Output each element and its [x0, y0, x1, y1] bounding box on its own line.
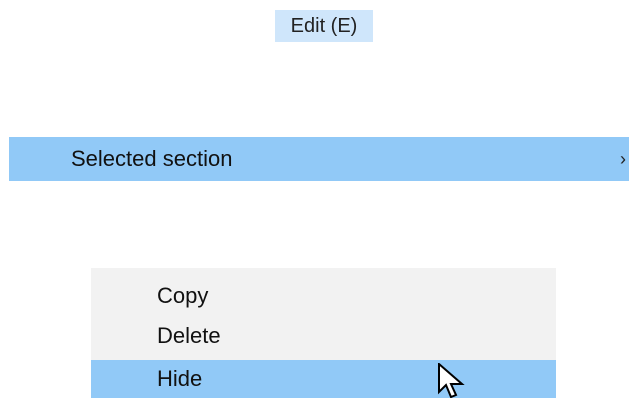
- copy-label: Copy: [157, 283, 209, 308]
- edit-menu-title[interactable]: Edit (E): [275, 10, 373, 42]
- delete-menu-item[interactable]: Delete: [91, 317, 556, 357]
- chevron-right-icon: ›: [620, 149, 626, 169]
- delete-label: Delete: [157, 323, 221, 348]
- hide-label: Hide: [157, 366, 203, 391]
- copy-menu-item[interactable]: Copy: [91, 277, 556, 317]
- selected-section-menu-item[interactable]: Selected section ›: [9, 137, 629, 181]
- selected-section-label: Selected section: [71, 146, 233, 171]
- context-menu: Copy Delete Hide: [91, 268, 556, 398]
- hide-menu-item[interactable]: Hide: [91, 360, 556, 398]
